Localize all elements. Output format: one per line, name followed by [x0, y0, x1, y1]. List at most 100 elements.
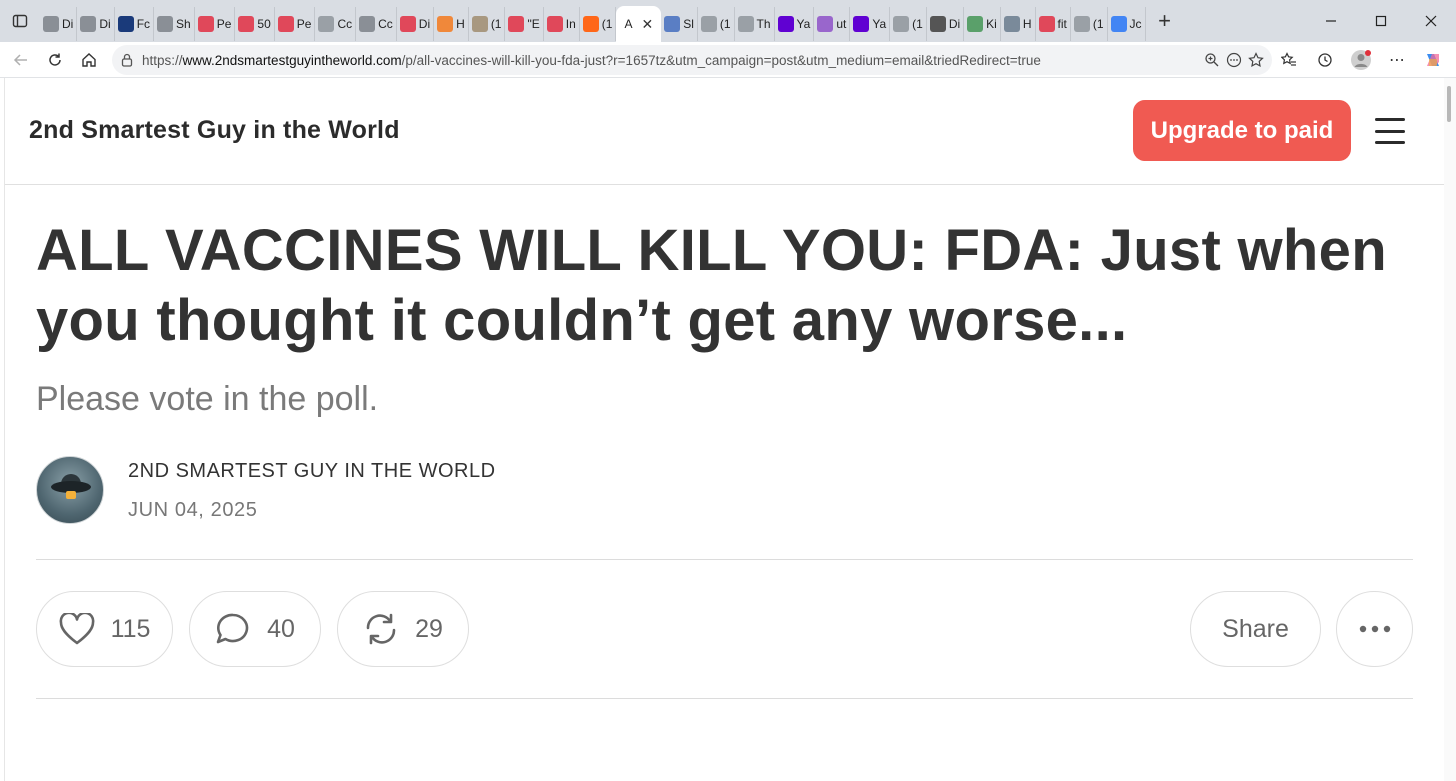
upgrade-to-paid-button[interactable]: Upgrade to paid	[1133, 100, 1351, 161]
browser-tab[interactable]: Cc	[356, 7, 397, 41]
tab-label: (1	[1092, 17, 1104, 31]
globe-icon	[43, 16, 59, 32]
profile-button[interactable]	[1344, 43, 1378, 77]
author-name[interactable]: 2ND SMARTEST GUY IN THE WORLD	[128, 460, 496, 483]
favorite-star-icon[interactable]	[1248, 52, 1264, 68]
comment-icon	[216, 613, 249, 644]
favorites-list-icon	[1281, 52, 1296, 66]
browser-tab[interactable]: ut	[814, 7, 851, 41]
browser-tab[interactable]: H	[434, 7, 469, 41]
fox-news-icon	[117, 16, 134, 32]
google-icon	[1110, 16, 1127, 32]
url-host: www.2ndsmartestguyintheworld.com	[182, 52, 402, 68]
page-content: 2nd Smartest Guy in the World Upgrade to…	[4, 78, 1445, 781]
minimize-button[interactable]	[1306, 0, 1356, 42]
tab-label: In	[565, 17, 576, 31]
tab-label: Cc	[378, 17, 393, 31]
tab-label: Pe	[216, 17, 232, 31]
scrollbar-thumb[interactable]	[1447, 86, 1451, 122]
refresh-button[interactable]	[38, 43, 72, 77]
share-button[interactable]: Share	[1190, 591, 1321, 667]
browser-tab[interactable]: Jc	[1108, 7, 1146, 41]
active-tab-label: A	[624, 17, 633, 31]
tab-label: Sh	[176, 17, 191, 31]
browser-tab[interactable]: In	[544, 7, 580, 41]
ufo-light	[66, 491, 76, 499]
minimize-icon	[1326, 20, 1336, 22]
browser-tab[interactable]: Di	[927, 7, 965, 41]
like-button[interactable]: 115	[36, 591, 173, 667]
hamburger-menu-icon[interactable]	[1373, 114, 1407, 148]
url-path: /p/all-vaccines-will-kill-you-fda-just?r…	[401, 52, 1041, 68]
heart-icon	[59, 613, 94, 645]
close-window-button[interactable]	[1406, 0, 1456, 42]
post-title: ALL VACCINES WILL KILL YOU: FDA: Just wh…	[36, 218, 1387, 353]
browser-tab[interactable]: Th	[735, 7, 775, 41]
settings-more-button[interactable]: ⋯	[1380, 43, 1414, 77]
tab-label: Ki	[986, 17, 997, 31]
new-tab-button[interactable]: +	[1150, 6, 1180, 36]
browser-tab[interactable]: H	[1001, 7, 1036, 41]
copilot-button[interactable]	[1416, 43, 1450, 77]
back-arrow-icon	[13, 53, 27, 66]
profile-avatar-icon	[1351, 50, 1371, 70]
browser-tab[interactable]: Sh	[154, 7, 195, 41]
browser-tab[interactable]: Pe	[275, 7, 316, 41]
tab-active[interactable]: A ✕	[616, 6, 662, 42]
browser-tab[interactable]: (1	[698, 7, 735, 41]
post-date: JUN 04, 2025	[128, 499, 258, 521]
site-header: 2nd Smartest Guy in the World Upgrade to…	[5, 78, 1445, 185]
browser-tab[interactable]: Ya	[775, 7, 815, 41]
tab-label: Di	[948, 17, 961, 31]
browser-tab[interactable]: Sl	[661, 7, 698, 41]
browser-tab[interactable]: (1	[1071, 7, 1108, 41]
tab-label: 50	[257, 17, 271, 31]
home-button[interactable]	[72, 43, 106, 77]
back-button[interactable]	[4, 43, 38, 77]
page-scrollbar[interactable]	[1444, 78, 1456, 781]
home-icon	[82, 52, 96, 67]
browser-tab[interactable]: (1	[890, 7, 927, 41]
tab-label: ut	[836, 17, 847, 31]
browser-tab[interactable]: (1	[580, 7, 617, 41]
browser-tab[interactable]: Ya	[850, 7, 891, 41]
dd-icon	[929, 16, 946, 32]
comment-button[interactable]: 40	[189, 591, 321, 667]
browser-tab[interactable]: (1	[469, 7, 506, 41]
reading-mode-icon[interactable]	[1226, 52, 1242, 68]
yahoo-icon	[817, 16, 834, 32]
author-avatar[interactable]	[36, 456, 104, 524]
like-count: 115	[110, 614, 151, 643]
tab-actions-button[interactable]	[0, 0, 40, 42]
browser-tab[interactable]: Di	[77, 7, 115, 41]
more-options-button[interactable]	[1336, 591, 1413, 667]
browser-tab[interactable]: Di	[40, 7, 78, 41]
browser-tab[interactable]: Cc	[315, 7, 357, 41]
divider-top	[36, 559, 1413, 560]
seal-icon	[318, 16, 335, 32]
refresh-icon	[49, 53, 61, 66]
browser-tab[interactable]: fit	[1036, 7, 1071, 41]
browser-tab[interactable]: "E	[505, 7, 544, 41]
close-icon	[1425, 15, 1437, 27]
address-bar-icons	[1204, 52, 1264, 68]
address-bar[interactable]: https://www.2ndsmartestguyintheworld.com…	[112, 45, 1272, 75]
tab-label: Ya	[872, 17, 887, 31]
close-tab-icon[interactable]: ✕	[641, 16, 653, 33]
tab-label: Th	[756, 17, 771, 31]
site-title[interactable]: 2nd Smartest Guy in the World	[29, 116, 400, 145]
maximize-button[interactable]	[1356, 0, 1406, 42]
tab-label: (1	[601, 17, 613, 31]
restack-button[interactable]: 29	[337, 591, 469, 667]
browser-tab[interactable]: Ki	[964, 7, 1001, 41]
browser-tab[interactable]: 50	[235, 7, 275, 41]
share-label: Share	[1222, 614, 1289, 643]
favorites-button[interactable]	[1272, 43, 1306, 77]
browser-tab[interactable]: Pe	[195, 7, 236, 41]
zoom-icon[interactable]	[1204, 52, 1220, 68]
youtube-icon	[238, 16, 255, 32]
browser-tab[interactable]: Fc	[115, 7, 155, 41]
history-button[interactable]	[1308, 43, 1342, 77]
toolbar-right: ⋯	[1272, 43, 1450, 77]
browser-tab[interactable]: Di	[397, 7, 435, 41]
